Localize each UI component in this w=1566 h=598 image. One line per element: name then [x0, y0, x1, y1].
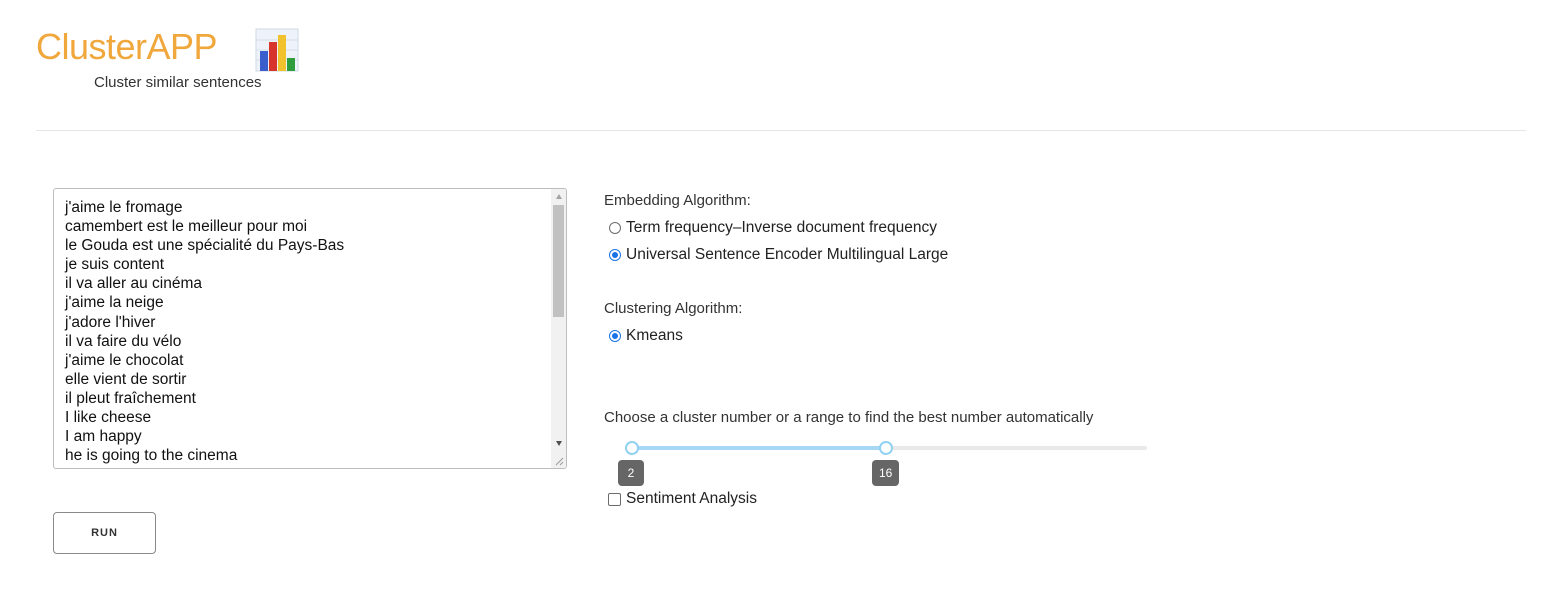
radio-button[interactable]	[609, 222, 621, 234]
radio-label: Kmeans	[626, 327, 683, 344]
sentiment-label: Sentiment Analysis	[626, 490, 757, 507]
slider-min-value-badge: 2	[618, 460, 644, 486]
app-subtitle: Cluster similar sentences	[94, 74, 262, 91]
slider-max-value-badge: 16	[872, 460, 900, 486]
sentence-line: j'aime la neige	[65, 294, 164, 312]
sentences-textarea[interactable]: j'aime le fromage camembert est le meille…	[53, 188, 567, 469]
header-divider	[36, 130, 1526, 131]
radio-option-tfidf[interactable]: Term frequency–Inverse document frequenc…	[609, 218, 937, 238]
sentence-line: I am happy	[65, 428, 142, 446]
run-button[interactable]: RUN	[53, 512, 156, 554]
app-title: ClusterAPP	[36, 26, 218, 67]
scroll-up-arrow-icon[interactable]	[556, 194, 562, 199]
radio-option-use-multilingual[interactable]: Universal Sentence Encoder Multilingual …	[609, 245, 948, 265]
sentence-line: j'aime le chocolat	[65, 351, 184, 369]
radio-label: Term frequency–Inverse document frequenc…	[626, 219, 938, 236]
sentence-line: il pleut fraîchement	[65, 389, 196, 407]
textarea-scrollbar[interactable]	[551, 189, 566, 468]
radio-button[interactable]	[609, 249, 621, 261]
clustering-label: Clustering Algorithm:	[604, 300, 743, 317]
sentence-line: elle vient de sortir	[65, 370, 187, 388]
radio-label: Universal Sentence Encoder Multilingual …	[626, 246, 949, 263]
radio-option-kmeans[interactable]: Kmeans	[609, 326, 683, 346]
slider-handle-min[interactable]	[625, 441, 639, 455]
slider-selected-range	[632, 446, 886, 450]
scroll-thumb[interactable]	[553, 205, 564, 317]
sentence-line: camembert est le meilleur pour moi	[65, 218, 308, 236]
sentiment-checkbox[interactable]	[608, 492, 621, 506]
sentiment-analysis-option[interactable]: Sentiment Analysis	[608, 489, 757, 509]
embedding-label: Embedding Algorithm:	[604, 192, 751, 209]
sentence-line: j'adore l'hiver	[65, 313, 156, 331]
resize-handle-icon[interactable]	[554, 456, 564, 466]
radio-button[interactable]	[609, 330, 621, 342]
scroll-down-arrow-icon[interactable]	[556, 441, 562, 446]
app-header: ClusterAPP Cluster similar sentences	[36, 22, 336, 102]
sentence-line: je suis content	[65, 256, 165, 274]
sentence-line: le Gouda est une spécialité du Pays-Bas	[65, 237, 345, 255]
sentence-line: il va aller au cinéma	[65, 275, 202, 293]
sentence-line: he is going to the cinema	[65, 447, 238, 465]
sentences-text: j'aime le fromage camembert est le meille…	[65, 198, 555, 465]
slider-handle-max[interactable]	[879, 441, 893, 455]
sentence-line: j'aime le fromage	[65, 199, 183, 216]
sentence-line: I like cheese	[65, 409, 152, 427]
bar-chart-icon	[255, 28, 299, 72]
sentence-line: il va faire du vélo	[65, 332, 182, 350]
cluster-range-label: Choose a cluster number or a range to fi…	[604, 409, 1094, 426]
